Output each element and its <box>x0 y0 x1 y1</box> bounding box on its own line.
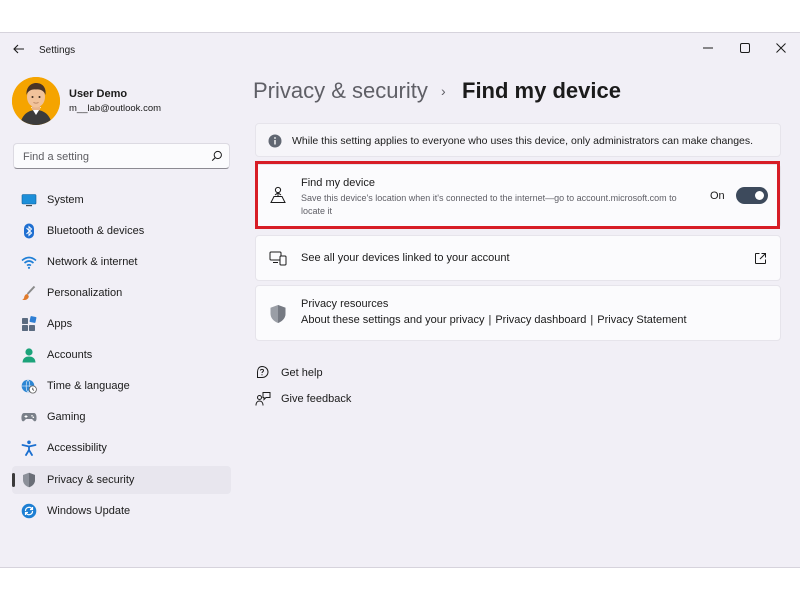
find-my-device-toggle[interactable] <box>736 187 768 204</box>
search-box[interactable] <box>13 143 230 169</box>
minimize-button[interactable] <box>690 37 726 59</box>
link-separator: | <box>488 314 492 326</box>
arrow-left-icon <box>13 44 24 54</box>
settings-window: Settings User Demo m__lab@outlook.com Fi… <box>0 32 800 568</box>
privacy-resources-links: About these settings and your privacy | Pr… <box>301 314 687 326</box>
sidebar-item-label: System <box>47 194 84 206</box>
sidebar-item-label: Privacy & security <box>47 474 135 486</box>
sidebar-item-accounts[interactable]: Accounts <box>12 341 231 369</box>
update-icon <box>21 503 37 519</box>
sidebar-item-bluetooth[interactable]: Bluetooth & devices <box>12 217 231 245</box>
wifi-icon <box>21 256 37 269</box>
sidebar-item-gaming[interactable]: Gaming <box>12 403 231 431</box>
person-location-icon <box>270 186 286 203</box>
toggle-state-label: On <box>710 190 725 202</box>
accessibility-icon <box>21 440 37 456</box>
sidebar-item-network[interactable]: Network & internet <box>12 248 231 276</box>
sidebar-item-privacy-security[interactable]: Privacy & security <box>12 466 231 494</box>
sidebar-item-label: Accounts <box>47 349 93 361</box>
globe-clock-icon <box>21 379 37 394</box>
linked-devices-link[interactable]: See all your devices linked to your acco… <box>255 235 781 281</box>
search-input[interactable] <box>21 148 205 166</box>
sidebar-item-label: Accessibility <box>47 442 107 454</box>
sidebar-item-accessibility[interactable]: Accessibility <box>12 434 231 462</box>
bluetooth-icon <box>24 223 34 239</box>
app-title: Settings <box>39 45 76 56</box>
find-my-device-description: Save this device's location when it's co… <box>301 193 677 216</box>
find-my-device-title: Find my device <box>301 177 375 189</box>
sidebar-item-label: Personalization <box>47 287 123 299</box>
privacy-resources-title: Privacy resources <box>301 298 389 310</box>
minimize-icon <box>703 47 713 49</box>
give-feedback-label: Give feedback <box>281 393 352 405</box>
shield-icon <box>270 305 286 323</box>
selection-indicator <box>12 473 15 487</box>
brush-icon <box>22 285 36 300</box>
gamepad-icon <box>21 413 37 422</box>
search-icon[interactable] <box>211 150 223 162</box>
sidebar-item-label: Windows Update <box>47 505 131 517</box>
info-text: While this setting applies to everyone w… <box>292 135 754 147</box>
sidebar-item-time-language[interactable]: Time & language <box>12 372 231 400</box>
toggle-knob <box>755 191 764 200</box>
monitor-icon <box>21 194 37 207</box>
privacy-dashboard-link[interactable]: Privacy dashboard <box>495 314 586 326</box>
person-icon <box>22 348 36 363</box>
open-external-icon <box>755 253 766 264</box>
user-email: m__lab@outlook.com <box>69 103 162 114</box>
sidebar-item-label: Network & internet <box>47 256 138 268</box>
sidebar-item-label: Time & language <box>47 380 130 392</box>
sidebar-item-label: Gaming <box>47 411 86 423</box>
sidebar-item-windows-update[interactable]: Windows Update <box>12 497 231 525</box>
devices-icon <box>269 251 287 266</box>
help-chat-icon <box>257 365 269 378</box>
maximize-icon <box>740 43 750 53</box>
admin-info-bar: While this setting applies to everyone w… <box>255 123 781 157</box>
sidebar-item-personalization[interactable]: Personalization <box>12 279 231 307</box>
shield-icon <box>23 472 35 488</box>
linked-devices-label: See all your devices linked to your acco… <box>301 252 510 264</box>
sidebar-item-label: Apps <box>47 318 73 330</box>
get-help-label: Get help <box>281 367 323 379</box>
find-my-device-card: Find my device Save this device's locati… <box>255 164 781 228</box>
sidebar-item-label: Bluetooth & devices <box>47 225 145 237</box>
privacy-statement-link[interactable]: Privacy Statement <box>597 314 686 326</box>
title-bar: Settings <box>0 33 800 63</box>
avatar[interactable] <box>12 77 60 125</box>
link-separator: | <box>590 314 594 326</box>
info-icon <box>268 134 282 148</box>
sidebar-item-system[interactable]: System <box>12 186 231 214</box>
breadcrumb-separator: › <box>441 83 446 99</box>
about-privacy-link[interactable]: About these settings and your privacy <box>301 314 484 326</box>
user-name: User Demo <box>69 88 128 100</box>
back-button[interactable] <box>10 41 28 57</box>
get-help-link[interactable]: Get help <box>255 363 345 383</box>
maximize-button[interactable] <box>727 37 763 59</box>
close-button[interactable] <box>763 37 799 59</box>
close-icon <box>776 43 786 53</box>
give-feedback-link[interactable]: Give feedback <box>255 389 365 409</box>
apps-icon <box>22 316 37 331</box>
feedback-icon <box>255 392 271 406</box>
breadcrumb-parent[interactable]: Privacy & security <box>253 78 428 104</box>
page-title: Find my device <box>462 78 621 103</box>
sidebar-item-apps[interactable]: Apps <box>12 310 231 338</box>
privacy-resources-card: Privacy resources About these settings a… <box>255 285 781 341</box>
avatar-image <box>12 77 60 125</box>
